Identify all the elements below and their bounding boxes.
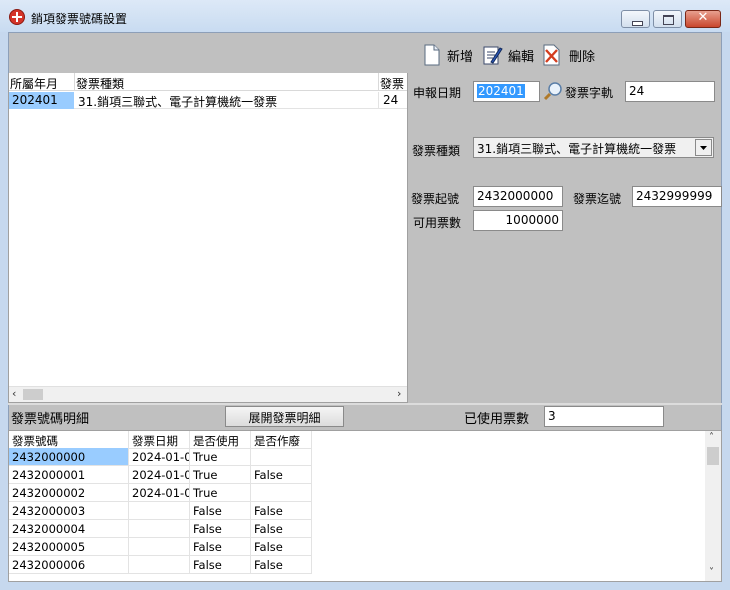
cell-invoice-date[interactable]: 2024-01-06 bbox=[129, 466, 190, 484]
maximize-button[interactable] bbox=[653, 10, 682, 28]
close-icon: ✕ bbox=[697, 10, 709, 25]
start-no-label: 發票起號 bbox=[411, 192, 460, 206]
add-button[interactable]: 新增 bbox=[423, 44, 478, 66]
cell-used[interactable]: False bbox=[190, 520, 251, 538]
available-label: 可用票數 bbox=[413, 216, 462, 230]
section-divider bbox=[8, 403, 722, 405]
cell-invoice-date[interactable] bbox=[129, 502, 190, 520]
cell-invoice-no[interactable]: 2432000003 bbox=[9, 502, 129, 520]
cell-invoice-type[interactable]: 31.銷項三聯式、電子計算機統一發票 bbox=[75, 92, 379, 109]
column-header-invoice-date[interactable]: 發票日期 bbox=[129, 431, 190, 449]
window-title: 銷項發票號碼設置 bbox=[31, 12, 128, 26]
cell-voided[interactable]: False bbox=[251, 520, 312, 538]
cell-voided[interactable] bbox=[251, 448, 312, 466]
cell-voided[interactable]: False bbox=[251, 538, 312, 556]
cell-voided[interactable] bbox=[251, 484, 312, 502]
delete-icon bbox=[543, 44, 560, 66]
cell-used[interactable]: False bbox=[190, 538, 251, 556]
invoice-type-select[interactable]: 31.銷項三聯式、電子計算機統一發票 bbox=[473, 137, 714, 158]
horizontal-scrollbar[interactable]: ‹ › bbox=[9, 386, 407, 402]
cell-invoice-date[interactable]: 2024-01-05 bbox=[129, 448, 190, 466]
cell-invoice-no[interactable]: 2432000005 bbox=[9, 538, 129, 556]
report-date-value: 202401 bbox=[477, 84, 525, 98]
cell-period[interactable]: 202401 bbox=[9, 92, 74, 109]
invoice-type-label: 發票種類 bbox=[412, 144, 461, 158]
invoice-setting-grid[interactable] bbox=[8, 73, 408, 403]
column-header-period[interactable]: 所屬年月 bbox=[9, 73, 75, 91]
cell-invoice-date[interactable]: 2024-01-06 bbox=[129, 484, 190, 502]
cell-used[interactable]: True bbox=[190, 466, 251, 484]
scroll-thumb-vertical[interactable] bbox=[707, 447, 719, 465]
delete-label: 刪除 bbox=[569, 50, 596, 65]
available-input[interactable]: 1000000 bbox=[473, 210, 563, 231]
column-header-used[interactable]: 是否使用 bbox=[190, 431, 251, 449]
column-header-invoice-no[interactable]: 發票號碼 bbox=[9, 431, 129, 449]
cell-voided[interactable]: False bbox=[251, 556, 312, 574]
app-icon bbox=[9, 9, 25, 25]
edit-icon bbox=[483, 46, 503, 65]
column-header-voided[interactable]: 是否作廢 bbox=[251, 431, 312, 449]
report-date-input[interactable]: 202401 bbox=[473, 81, 540, 102]
new-document-icon bbox=[424, 44, 440, 66]
cell-invoice-code[interactable]: 24 bbox=[380, 92, 407, 109]
edit-button[interactable]: 編輯 bbox=[481, 44, 539, 66]
report-date-label: 申報日期 bbox=[413, 86, 462, 100]
invoice-word-input[interactable]: 24 bbox=[625, 81, 715, 102]
end-no-input[interactable]: 2432999999 bbox=[632, 186, 722, 207]
close-button[interactable]: ✕ bbox=[685, 10, 721, 28]
scroll-thumb[interactable] bbox=[23, 389, 43, 400]
cell-invoice-no[interactable]: 2432000000 bbox=[9, 448, 129, 466]
cell-invoice-date[interactable] bbox=[129, 538, 190, 556]
column-header-invoice-code[interactable]: 發票 bbox=[379, 73, 407, 91]
edit-label: 編輯 bbox=[508, 50, 535, 65]
used-count-input[interactable]: 3 bbox=[544, 406, 664, 427]
start-no-input[interactable]: 2432000000 bbox=[473, 186, 563, 207]
magnifier-icon[interactable] bbox=[543, 81, 563, 101]
vertical-scrollbar[interactable]: ˄ ˅ bbox=[705, 431, 721, 581]
cell-invoice-date[interactable] bbox=[129, 556, 190, 574]
cell-used[interactable]: True bbox=[190, 484, 251, 502]
invoice-word-label: 發票字軌 bbox=[565, 86, 614, 100]
cell-voided[interactable]: False bbox=[251, 466, 312, 484]
add-label: 新增 bbox=[447, 50, 474, 65]
cell-invoice-no[interactable]: 2432000001 bbox=[9, 466, 129, 484]
cell-invoice-no[interactable]: 2432000006 bbox=[9, 556, 129, 574]
scroll-right-icon[interactable]: › bbox=[397, 387, 401, 400]
cell-voided[interactable]: False bbox=[251, 502, 312, 520]
invoice-type-value: 31.銷項三聯式、電子計算機統一發票 bbox=[477, 142, 677, 156]
cell-invoice-date[interactable] bbox=[129, 520, 190, 538]
column-header-invoice-type[interactable]: 發票種類 bbox=[75, 73, 379, 91]
dropdown-button[interactable] bbox=[695, 139, 712, 156]
cell-used[interactable]: False bbox=[190, 502, 251, 520]
used-count-label: 已使用票數 bbox=[464, 412, 530, 427]
end-no-label: 發票迄號 bbox=[573, 192, 622, 206]
detail-section-title: 發票號碼明細 bbox=[11, 412, 90, 427]
expand-details-button[interactable]: 展開發票明細 bbox=[225, 406, 344, 427]
minimize-button[interactable] bbox=[621, 10, 650, 28]
cell-used[interactable]: False bbox=[190, 556, 251, 574]
scroll-down-icon[interactable]: ˅ bbox=[709, 567, 714, 578]
scroll-up-icon[interactable]: ˄ bbox=[709, 432, 714, 443]
delete-button[interactable]: 刪除 bbox=[542, 44, 598, 66]
cell-invoice-no[interactable]: 2432000002 bbox=[9, 484, 129, 502]
scroll-left-icon[interactable]: ‹ bbox=[12, 387, 16, 400]
cell-invoice-no[interactable]: 2432000004 bbox=[9, 520, 129, 538]
cell-used[interactable]: True bbox=[190, 448, 251, 466]
chevron-down-icon bbox=[700, 146, 707, 150]
